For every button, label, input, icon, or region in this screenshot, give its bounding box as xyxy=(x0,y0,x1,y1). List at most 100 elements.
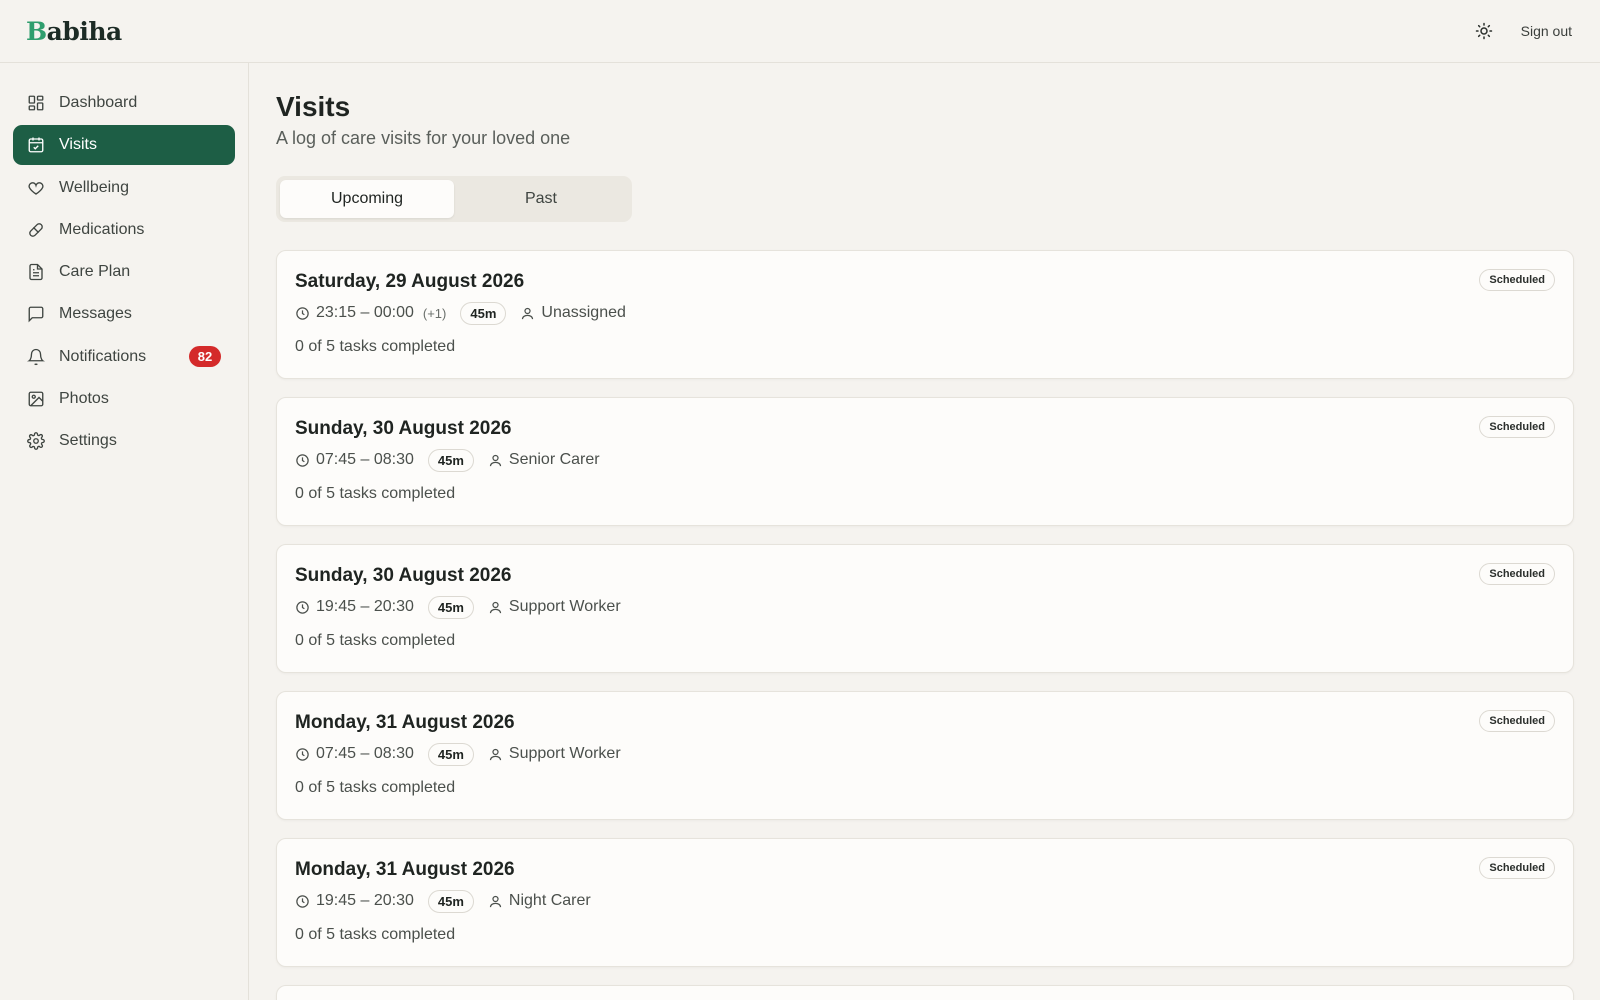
message-icon xyxy=(27,305,45,323)
status-badge: Scheduled xyxy=(1479,269,1555,291)
sidebar-item-notifications[interactable]: Notifications 82 xyxy=(13,337,235,377)
sidebar-item-label: Photos xyxy=(59,390,109,408)
bell-icon xyxy=(27,348,45,366)
page-title: Visits xyxy=(276,91,351,122)
sidebar-item-messages[interactable]: Messages xyxy=(13,294,235,334)
dashboard-icon xyxy=(27,94,45,112)
sidebar-item-dashboard[interactable]: Dashboard xyxy=(13,83,235,123)
visit-meta: 23:15 – 00:00 (+1) 45m Unassigned xyxy=(295,301,1555,325)
visit-time: 07:45 – 08:30 xyxy=(316,745,414,762)
visit-meta: 07:45 – 08:30 45m Senior Carer xyxy=(295,448,1555,472)
visit-tasks-progress: 0 of 5 tasks completed xyxy=(295,926,456,943)
status-badge: Scheduled xyxy=(1479,710,1555,732)
status-badge: Scheduled xyxy=(1479,416,1555,438)
visit-tasks-progress: 0 of 5 tasks completed xyxy=(295,338,456,355)
visit-time: 19:45 – 20:30 xyxy=(316,892,414,909)
visit-date: Saturday, 29 August 2026 xyxy=(295,271,525,292)
carer-name: Night Carer xyxy=(508,892,591,909)
sidebar-item-label: Notifications xyxy=(59,347,147,365)
sidebar-item-label: Care Plan xyxy=(59,263,131,281)
sidebar-item-settings[interactable]: Settings xyxy=(13,421,235,461)
sidebar-item-wellbeing[interactable]: Wellbeing xyxy=(13,168,235,208)
user-icon xyxy=(488,893,504,909)
heart-icon xyxy=(27,179,45,197)
logo-text: abiha xyxy=(46,16,123,46)
visit-tasks-progress: 0 of 5 tasks completed xyxy=(295,632,456,649)
app-logo[interactable]: Babiha xyxy=(26,17,122,46)
logo-initial: B xyxy=(26,16,47,46)
sidebar-item-label: Wellbeing xyxy=(59,178,129,196)
clock-icon xyxy=(295,599,311,615)
visit-carer: Night Carer xyxy=(488,892,591,910)
tab-past[interactable]: Past xyxy=(454,180,628,218)
user-icon xyxy=(488,746,504,762)
gear-icon xyxy=(27,432,45,451)
visit-meta: 07:45 – 08:30 45m Support Worker xyxy=(295,742,1555,766)
main-content: Visits A log of care visits for your lov… xyxy=(276,63,1574,1000)
image-icon xyxy=(27,390,45,408)
sign-out-button[interactable]: Sign out xyxy=(1521,23,1572,39)
carer-name: Senior Carer xyxy=(508,451,600,468)
sidebar-item-label: Settings xyxy=(59,432,117,450)
visits-tabs: Upcoming Past xyxy=(276,176,632,222)
next-day-indicator: (+1) xyxy=(422,305,447,321)
visit-meta: 19:45 – 20:30 45m Night Carer xyxy=(295,889,1555,913)
pill-icon xyxy=(27,221,45,239)
user-icon xyxy=(488,452,504,468)
visit-carer: Support Worker xyxy=(488,745,621,763)
top-header: Babiha Sign out xyxy=(0,0,1600,63)
user-icon xyxy=(488,599,504,615)
visit-card[interactable]: Monday, 31 August 2026 07:45 – 08:30 45m… xyxy=(276,691,1574,820)
clock-icon xyxy=(295,893,311,909)
visit-duration: 45m xyxy=(427,889,474,913)
sidebar-item-label: Visits xyxy=(59,136,97,154)
visit-time: 23:15 – 00:00 xyxy=(316,304,414,321)
sidebar-item-photos[interactable]: Photos xyxy=(13,379,235,419)
visit-duration: 45m xyxy=(427,448,474,472)
header-actions: Sign out xyxy=(1473,20,1572,42)
visit-date: Monday, 31 August 2026 xyxy=(295,859,515,880)
visit-date: Sunday, 30 August 2026 xyxy=(295,565,512,586)
visit-carer: Unassigned xyxy=(520,304,626,322)
visit-list: Saturday, 29 August 2026 23:15 – 00:00 (… xyxy=(276,250,1574,1000)
visit-duration: 45m xyxy=(427,742,474,766)
visit-time: 07:45 – 08:30 xyxy=(316,451,414,468)
document-icon xyxy=(27,263,45,281)
visit-duration: 45m xyxy=(460,301,507,325)
visit-date: Monday, 31 August 2026 xyxy=(295,712,515,733)
sidebar-item-label: Medications xyxy=(59,220,145,238)
visit-card[interactable]: Saturday, 29 August 2026 23:15 – 00:00 (… xyxy=(276,250,1574,379)
carer-name: Support Worker xyxy=(508,745,621,762)
visit-carer: Support Worker xyxy=(488,598,621,616)
user-icon xyxy=(520,305,536,321)
calendar-icon xyxy=(27,136,45,154)
visit-meta: 19:45 – 20:30 45m Support Worker xyxy=(295,595,1555,619)
sun-icon xyxy=(1475,22,1492,40)
visit-tasks-progress: 0 of 5 tasks completed xyxy=(295,779,456,796)
status-badge: Scheduled xyxy=(1479,857,1555,879)
carer-name: Unassigned xyxy=(541,304,626,321)
visit-date: Sunday, 30 August 2026 xyxy=(295,418,512,439)
sidebar-item-visits[interactable]: Visits xyxy=(13,125,235,166)
visit-tasks-progress: 0 of 5 tasks completed xyxy=(295,485,456,502)
clock-icon xyxy=(295,452,311,468)
carer-name: Support Worker xyxy=(508,598,621,615)
visit-duration: 45m xyxy=(427,595,474,619)
notifications-count-badge: 82 xyxy=(189,346,221,368)
sidebar-item-medications[interactable]: Medications xyxy=(13,210,235,250)
sidebar-item-care-plan[interactable]: Care Plan xyxy=(13,252,235,292)
visit-card[interactable]: Monday, 31 August 2026 19:45 – 20:30 45m… xyxy=(276,838,1574,967)
theme-toggle-button[interactable] xyxy=(1473,20,1495,42)
sidebar: Dashboard Visits Wellbeing Medications C… xyxy=(0,63,249,1000)
visit-card[interactable]: Sunday, 30 August 2026 07:45 – 08:30 45m… xyxy=(276,397,1574,526)
visit-card[interactable]: Sunday, 30 August 2026 19:45 – 20:30 45m… xyxy=(276,544,1574,673)
tab-upcoming[interactable]: Upcoming xyxy=(280,180,454,218)
sidebar-item-label: Messages xyxy=(59,305,132,323)
status-badge: Scheduled xyxy=(1479,563,1555,585)
page-subtitle: A log of care visits for your loved one xyxy=(276,128,571,148)
visit-card-partial[interactable] xyxy=(276,985,1574,1000)
visit-time: 19:45 – 20:30 xyxy=(316,598,414,615)
clock-icon xyxy=(295,746,311,762)
visit-carer: Senior Carer xyxy=(488,451,600,469)
sidebar-item-label: Dashboard xyxy=(59,94,138,111)
